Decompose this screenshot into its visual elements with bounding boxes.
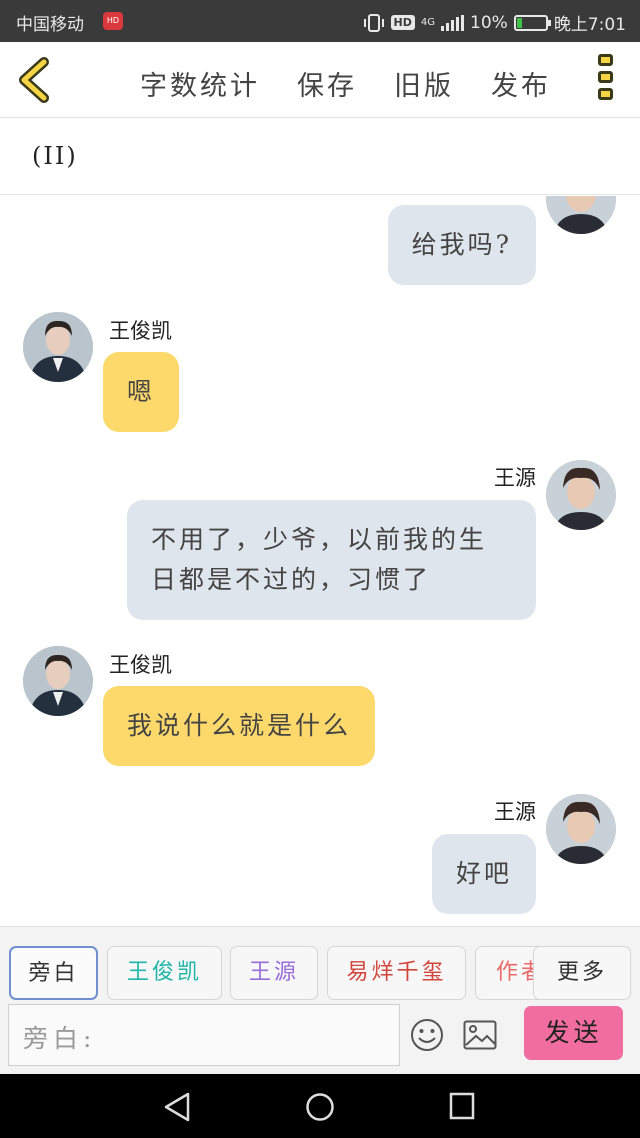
- old-version-button[interactable]: 旧版: [394, 64, 454, 103]
- more-menu-button[interactable]: [598, 54, 614, 106]
- send-button[interactable]: 发送: [524, 1006, 623, 1060]
- avatar-image-icon: [23, 312, 93, 382]
- status-bar: 中国移动 HD HD 4G 10% 晚上7:01: [0, 0, 640, 42]
- avatar-wangyuan[interactable]: [546, 794, 616, 864]
- role-chip-label: 旁白: [28, 961, 79, 986]
- role-chip-label: 王源: [248, 960, 299, 985]
- role-chip-yiyangqianxi[interactable]: 易烊千玺: [327, 946, 466, 1000]
- role-chip-wangyuan[interactable]: 王源: [230, 946, 318, 1000]
- battery-icon: [513, 14, 551, 31]
- role-chip-narration[interactable]: 旁白: [9, 946, 98, 1000]
- system-nav-bar: [0, 1074, 640, 1138]
- signal-icon: [441, 14, 465, 31]
- message-bubble[interactable]: 嗯: [103, 352, 180, 432]
- message-bubble[interactable]: 给我吗?: [387, 205, 536, 285]
- word-count-button[interactable]: 字数统计: [140, 64, 260, 103]
- clock: 晚上7:01: [553, 15, 626, 35]
- more-dot: [598, 54, 613, 66]
- more-roles-button[interactable]: 更多: [533, 946, 631, 1000]
- more-dot: [598, 71, 613, 83]
- chat-area[interactable]: 给我吗? 王俊凯 嗯 王源 不用了，少爷，以前我的生日都是不过的，习惯了 王俊凯…: [0, 196, 640, 926]
- avatar-image-icon: [546, 196, 616, 234]
- speaker-name: 王俊凯: [109, 319, 172, 343]
- avatar-image-icon: [23, 646, 93, 716]
- emoji-icon[interactable]: [410, 1018, 444, 1052]
- nav-recents-icon[interactable]: [449, 1092, 475, 1120]
- message-input[interactable]: 旁白:: [8, 1004, 400, 1066]
- more-roles-label: 更多: [556, 960, 607, 985]
- role-chip-label: 易烊千玺: [346, 960, 447, 985]
- avatar-wangyuan[interactable]: [546, 196, 616, 234]
- carrier-name: 中国移动: [16, 15, 84, 35]
- speaker-name: 王源: [494, 800, 536, 824]
- avatar-wangjunkai[interactable]: [23, 646, 93, 716]
- more-dot: [598, 88, 613, 100]
- avatar-image-icon: [546, 460, 616, 530]
- avatar-image-icon: [546, 794, 616, 864]
- battery-percent: 10%: [470, 12, 508, 33]
- chapter-title-bar[interactable]: (II): [0, 118, 640, 195]
- speaker-name: 王源: [494, 466, 536, 490]
- back-button[interactable]: [14, 56, 54, 104]
- avatar-wangjunkai[interactable]: [23, 312, 93, 382]
- network-type: 4G: [420, 17, 436, 28]
- input-placeholder: 旁白:: [23, 1024, 97, 1053]
- chapter-title: (II): [32, 142, 78, 170]
- nav-home-icon[interactable]: [305, 1092, 335, 1122]
- save-button[interactable]: 保存: [297, 64, 357, 103]
- message-bubble[interactable]: 好吧: [431, 834, 536, 914]
- message-bubble[interactable]: 不用了，少爷，以前我的生日都是不过的，习惯了: [127, 500, 536, 620]
- role-chip-label: 王俊凯: [126, 960, 202, 985]
- status-icons: HD 4G 10% 晚上7:01: [363, 10, 626, 35]
- speaker-name: 王俊凯: [109, 653, 172, 677]
- nav-back-icon[interactable]: [163, 1092, 191, 1122]
- carrier-badge: HD: [103, 12, 123, 30]
- role-chip-wangjunkai[interactable]: 王俊凯: [107, 946, 222, 1000]
- message-bubble[interactable]: 我说什么就是什么: [103, 686, 376, 766]
- chevron-left-icon: [19, 57, 49, 103]
- editor-toolbar: 字数统计 保存 旧版 发布: [0, 42, 640, 118]
- avatar-wangyuan[interactable]: [546, 460, 616, 530]
- publish-button[interactable]: 发布: [491, 64, 551, 103]
- vibrate-icon: [363, 13, 384, 32]
- compose-panel: 旁白 王俊凯 王源 易烊千玺 作者 更多 旁白: 发送: [0, 926, 640, 1074]
- hd-icon: HD: [390, 15, 415, 30]
- image-icon[interactable]: [463, 1020, 497, 1050]
